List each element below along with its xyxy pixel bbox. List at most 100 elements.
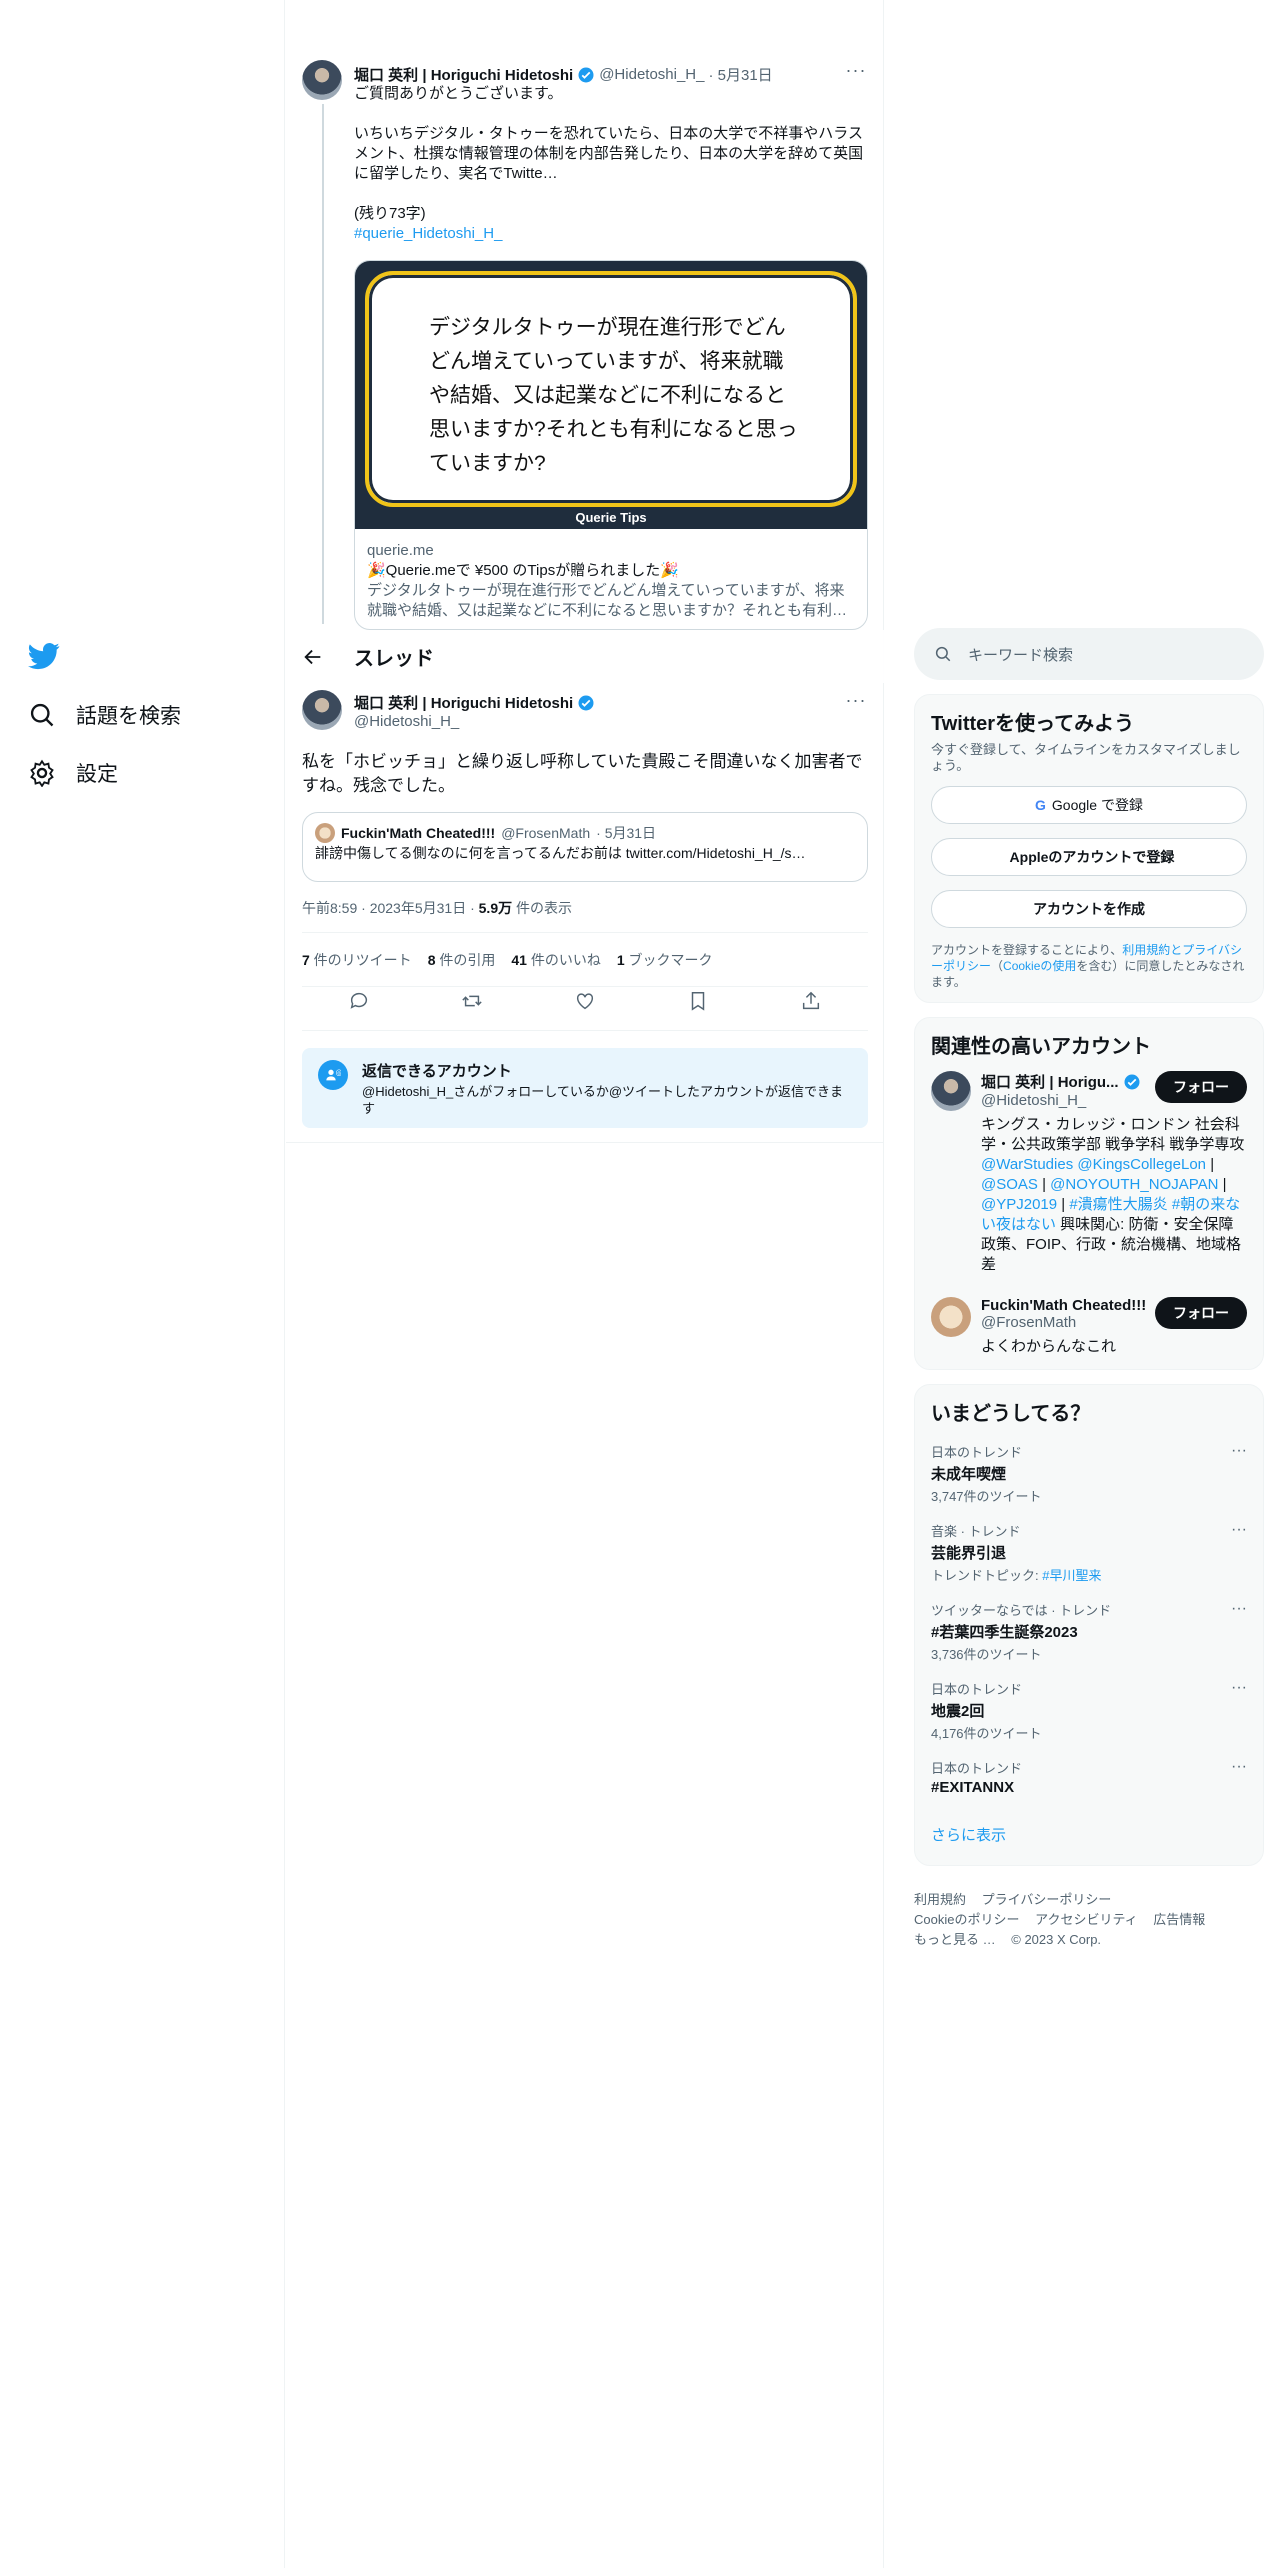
trends-panel: いまどうしてる？ 日本のトレンド 未成年喫煙 3,747件のツイート ··· 音楽 …: [914, 1384, 1264, 1866]
footer-link[interactable]: Cookieのポリシー: [914, 1912, 1019, 1927]
account-bio: キングス・カレッジ・ロンドン 社会科学・公共政策学部 戦争学科 戦争学専攻 @W…: [981, 1116, 1245, 1273]
footer-link[interactable]: プライバシーポリシー: [982, 1892, 1112, 1907]
link-card[interactable]: デジタルタトゥーが現在進行形でどんどん増えていっていますが、将来就職や結婚、又は…: [354, 260, 868, 630]
footer-link[interactable]: もっと見る …: [914, 1932, 996, 1947]
tweet-line: ご質問ありがとうございます。: [354, 85, 563, 102]
tweet-line: (残り73字): [354, 205, 426, 222]
mention-icon: @: [318, 1060, 348, 1090]
quote-text: 誹謗中傷してる側なのに何を言ってるんだお前は twitter.com/Hidet…: [315, 845, 806, 861]
footer-link[interactable]: アクセシビリティ: [1035, 1912, 1138, 1927]
more-options-icon[interactable]: ···: [1231, 1600, 1247, 1618]
divider: [286, 1142, 884, 1143]
bio-link[interactable]: @WarStudies: [981, 1156, 1073, 1173]
search-placeholder: キーワード検索: [968, 646, 1074, 664]
quotes-stat[interactable]: 8 件の引用: [428, 950, 496, 970]
bio-link[interactable]: @KingsCollegeLon: [1077, 1156, 1206, 1173]
google-signup-button[interactable]: G Google で登録: [931, 786, 1247, 824]
author-handle[interactable]: @Hidetoshi_H_: [599, 66, 704, 83]
more-options-icon[interactable]: ···: [1231, 1442, 1247, 1460]
avatar[interactable]: [302, 60, 342, 100]
nav-settings-label: 設定: [76, 763, 118, 786]
bio-link[interactable]: #潰瘍性大腸炎: [1069, 1196, 1167, 1213]
account-handle[interactable]: @Hidetoshi_H_: [981, 1092, 1141, 1109]
reply-description: @Hidetoshi_H_さんがフォローしているか@ツイートしたアカウントが返信…: [362, 1084, 844, 1116]
trend-item[interactable]: 日本のトレンド 地震2回 4,176件のツイート ···: [931, 1679, 1247, 1742]
tweet-date[interactable]: · 5月31日: [708, 64, 772, 85]
more-options-icon[interactable]: ···: [844, 690, 868, 711]
quoted-tweet[interactable]: Fuckin'Math Cheated!!! @FrosenMath · 5月3…: [302, 812, 868, 882]
more-options-icon[interactable]: ···: [844, 60, 868, 81]
search-input[interactable]: キーワード検索: [914, 628, 1264, 680]
retweets-stat[interactable]: 7 件のリツイート: [302, 950, 412, 970]
apple-signup-label: Appleのアカウントで登録: [1009, 849, 1175, 865]
avatar[interactable]: [931, 1297, 971, 1337]
more-options-icon[interactable]: ···: [1231, 1758, 1247, 1776]
related-account[interactable]: 堀口 英利 | Horigu... @Hidetoshi_H_ フォロー キング…: [931, 1071, 1247, 1275]
share-icon[interactable]: [800, 990, 822, 1012]
footer-link[interactable]: 利用規約: [914, 1892, 966, 1907]
account-name[interactable]: 堀口 英利 | Horigu...: [981, 1071, 1119, 1092]
back-arrow-icon[interactable]: [302, 646, 324, 668]
apple-signup-button[interactable]: Appleのアカウントで登録: [931, 838, 1247, 876]
avatar[interactable]: [302, 690, 342, 730]
card-domain: querie.me: [367, 542, 434, 559]
hashtag-link[interactable]: #querie_Hidetoshi_H_: [354, 225, 502, 242]
trend-item[interactable]: 音楽 · トレンド 芸能界引退 トレンドトピック: #早川聖来 ···: [931, 1521, 1247, 1584]
thread-column: 堀口 英利 | Horiguchi Hidetoshi @Hidetoshi_H…: [286, 0, 884, 2568]
follow-button[interactable]: フォロー: [1155, 1297, 1247, 1329]
avatar[interactable]: [931, 1071, 971, 1111]
right-sidebar: キーワード検索 Twitterを使ってみよう 今すぐ登録して、タイムラインをカス…: [914, 628, 1264, 1950]
left-nav: 話題を検索 設定: [0, 0, 285, 2568]
avatar: [315, 823, 335, 843]
author-name[interactable]: 堀口 英利 | Horiguchi Hidetoshi: [354, 64, 573, 85]
account-bio: よくわからんなこれ: [981, 1338, 1117, 1355]
likes-stat[interactable]: 41 件のいいね: [511, 950, 600, 970]
bio-link[interactable]: @SOAS: [981, 1176, 1038, 1193]
views-label: 件の表示: [512, 900, 572, 916]
cookie-link[interactable]: Cookieの使用: [1003, 959, 1076, 973]
twitter-logo-icon[interactable]: [28, 640, 60, 672]
signup-title: Twitterを使ってみよう: [931, 713, 1135, 735]
create-account-button[interactable]: アカウントを作成: [931, 890, 1247, 928]
svg-text:@: @: [336, 1069, 341, 1077]
reply-title: 返信できるアカウント: [362, 1063, 512, 1080]
bio-link[interactable]: @YPJ2019: [981, 1196, 1057, 1213]
search-icon: [30, 703, 54, 727]
trend-item[interactable]: 日本のトレンド #EXITANNX ···: [931, 1758, 1247, 1796]
related-account[interactable]: Fuckin'Math Cheated!!! @FrosenMath フォロー …: [931, 1297, 1247, 1357]
account-name[interactable]: Fuckin'Math Cheated!!!: [981, 1297, 1146, 1314]
divider: [302, 986, 868, 987]
author-name[interactable]: 堀口 英利 | Horiguchi Hidetoshi: [354, 692, 573, 713]
reply-icon[interactable]: [348, 990, 370, 1012]
trend-item[interactable]: ツイッターならでは · トレンド #若葉四季生誕祭2023 3,736件のツイート …: [931, 1600, 1247, 1663]
verified-badge-icon: [578, 67, 594, 82]
parent-tweet[interactable]: 堀口 英利 | Horiguchi Hidetoshi @Hidetoshi_H…: [302, 60, 868, 242]
like-icon[interactable]: [574, 990, 596, 1012]
bookmarks-stat[interactable]: 1 ブックマーク: [617, 950, 713, 970]
bookmark-icon[interactable]: [687, 990, 709, 1012]
card-question: デジタルタトゥーが現在進行形でどんどん増えていっていますが、将来就職や結婚、又は…: [429, 316, 798, 475]
tweet-author: 堀口 英利 | Horiguchi Hidetoshi @Hidetoshi_H…: [354, 692, 595, 730]
divider: [302, 1030, 868, 1031]
nav-explore[interactable]: 話題を検索: [28, 700, 181, 730]
quote-author-handle: @FrosenMath: [501, 825, 591, 841]
account-handle[interactable]: @FrosenMath: [981, 1314, 1146, 1331]
nav-settings[interactable]: 設定: [28, 758, 118, 788]
trend-topic-link[interactable]: #早川聖来: [1042, 1568, 1101, 1583]
card-brand: Querie Tips: [575, 510, 647, 525]
card-description: デジタルタトゥーが現在進行形でどんどん増えていっていますが、将来就職や結婚、又は…: [367, 582, 848, 619]
card-image: デジタルタトゥーが現在進行形でどんどん増えていっていますが、将来就職や結婚、又は…: [355, 261, 867, 529]
trend-item[interactable]: 日本のトレンド 未成年喫煙 3,747件のツイート ···: [931, 1442, 1247, 1505]
footer-link[interactable]: 広告情報: [1153, 1912, 1205, 1927]
show-more-link[interactable]: さらに表示: [931, 1824, 1247, 1845]
copyright: © 2023 X Corp.: [1011, 1932, 1102, 1947]
trends-title: いまどうしてる？: [931, 1403, 1091, 1425]
bio-link[interactable]: @NOYOUTH_NOJAPAN: [1050, 1176, 1218, 1193]
retweet-icon[interactable]: [461, 990, 483, 1012]
follow-button[interactable]: フォロー: [1155, 1071, 1247, 1103]
author-handle[interactable]: @Hidetoshi_H_: [354, 713, 595, 730]
engagement-stats: 7 件のリツイート 8 件の引用 41 件のいいね 1 ブックマーク: [302, 950, 713, 970]
more-options-icon[interactable]: ···: [1231, 1679, 1247, 1697]
tweet-timestamp[interactable]: 午前8:59 · 2023年5月31日 · 5.9万 件の表示: [302, 898, 572, 918]
more-options-icon[interactable]: ···: [1231, 1521, 1247, 1539]
